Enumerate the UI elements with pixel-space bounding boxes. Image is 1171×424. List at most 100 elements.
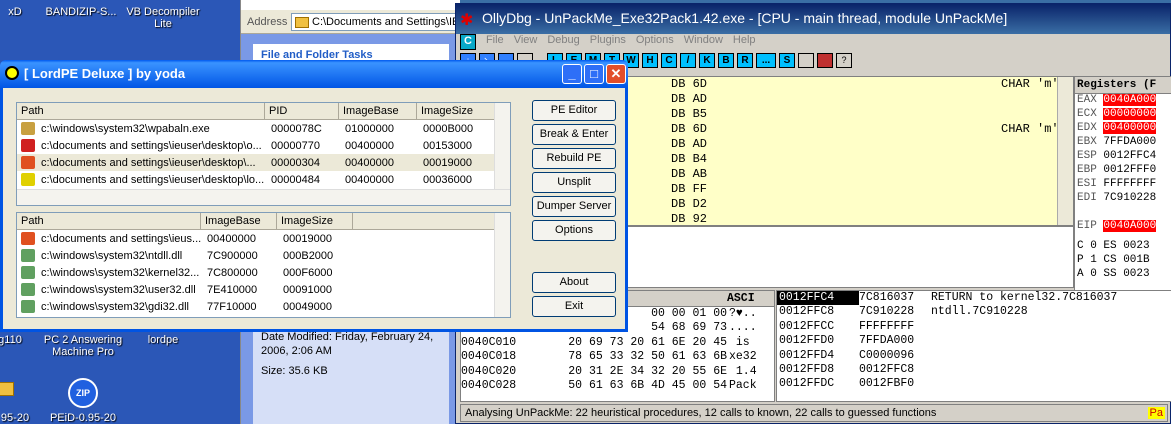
address-input[interactable]: C:\Documents and Settings\IE xyxy=(291,13,461,31)
desktop-icon-vb-decompiler[interactable]: VB Decompiler Lite xyxy=(118,6,208,30)
maximize-button[interactable]: □ xyxy=(584,64,604,84)
toolbar-runtrace[interactable]: ... xyxy=(756,52,776,68)
desktop-icon-bandizip[interactable]: BANDIZIP-S... xyxy=(36,6,126,18)
dump-line[interactable]: 0040C020 20 31 2E 34 32 20 55 6E 1.4 xyxy=(461,365,774,379)
toolbar-source[interactable]: S xyxy=(779,52,795,68)
exit-button[interactable]: Exit xyxy=(532,296,616,317)
flag-a[interactable]: A 0 SS 0023 xyxy=(1075,268,1171,282)
module-list-scrollbar[interactable] xyxy=(494,213,510,317)
stack-pane[interactable]: 0012FFC4 7C816037 RETURN to kernel32.7C816… xyxy=(776,290,1171,402)
col-pid[interactable]: PID xyxy=(265,103,339,119)
register-value[interactable]: 0012FFC4 xyxy=(1103,150,1156,162)
menu-file[interactable]: File xyxy=(486,34,504,50)
stack-line[interactable]: 0012FFDC 0012FBF0 xyxy=(777,377,1171,391)
register-value[interactable]: 00000000 xyxy=(1103,108,1157,120)
register-value[interactable]: 7FFDA000 xyxy=(1103,136,1156,148)
desktop-icon-pc2-answering[interactable]: PC 2 Answering Machine Pro xyxy=(38,334,128,358)
flag-c[interactable]: C 0 ES 0023 xyxy=(1075,240,1171,254)
toolbar-callstack[interactable]: K xyxy=(699,52,715,68)
rebuild-pe-button[interactable]: Rebuild PE xyxy=(532,148,616,169)
pe-editor-button[interactable]: PE Editor xyxy=(532,100,616,121)
grid-icon[interactable] xyxy=(817,52,833,68)
stack-line[interactable]: 0012FFC4 7C816037 RETURN to kernel32.7C816… xyxy=(777,291,1171,306)
menu-view[interactable]: View xyxy=(514,34,538,50)
dumper-server-button[interactable]: Dumper Server xyxy=(532,196,616,217)
register-row[interactable]: EBX 7FFDA000 xyxy=(1075,136,1171,150)
register-row[interactable] xyxy=(1075,206,1171,220)
menu-debug[interactable]: Debug xyxy=(547,34,579,50)
module-icon xyxy=(21,232,35,245)
process-list[interactable]: Path PID ImageBase ImageSize c:\windows\… xyxy=(16,102,511,206)
register-value[interactable]: 00400000 xyxy=(1103,122,1157,134)
register-row[interactable]: EIP 0040A000 xyxy=(1075,220,1171,234)
col-module-path[interactable]: Path xyxy=(17,213,201,229)
zip-icon[interactable]: ZIP xyxy=(68,378,98,408)
dump-line[interactable]: 0040C018 78 65 33 32 50 61 63 6B xe32 xyxy=(461,350,774,364)
flag-p[interactable]: P 1 CS 001B xyxy=(1075,254,1171,268)
register-value[interactable]: 7C910228 xyxy=(1103,192,1156,204)
register-value[interactable]: 0040A000 xyxy=(1103,94,1157,106)
stack-line[interactable]: 0012FFD4 C0000096 xyxy=(777,349,1171,363)
process-row[interactable]: c:\documents and settings\ieuser\desktop… xyxy=(17,171,510,188)
register-row[interactable]: EDX 00400000 xyxy=(1075,122,1171,136)
process-list-hscrollbar[interactable] xyxy=(17,189,510,205)
module-list[interactable]: Path ImageBase ImageSize c:\documents an… xyxy=(16,212,511,318)
dump-line[interactable]: 0040C010 20 69 73 20 61 6E 20 45 is xyxy=(461,336,774,350)
process-row[interactable]: c:\windows\system32\wpabaln.exe 0000078C 0… xyxy=(17,120,510,137)
options-icon[interactable] xyxy=(798,52,814,68)
module-row[interactable]: c:\windows\system32\gdi32.dll 77F10000 000… xyxy=(17,298,510,315)
menu-plugins[interactable]: Plugins xyxy=(590,34,626,50)
register-row[interactable]: ESP 0012FFC4 xyxy=(1075,150,1171,164)
toolbar-handles[interactable]: H xyxy=(642,52,658,68)
help-icon[interactable]: ? xyxy=(836,52,852,68)
register-value[interactable]: 0012FFF0 xyxy=(1103,164,1156,176)
col-imagesize[interactable]: ImageSize xyxy=(417,103,495,119)
col-imagebase[interactable]: ImageBase xyxy=(339,103,417,119)
menu-help[interactable]: Help xyxy=(733,34,756,50)
toolbar-cpu[interactable]: C xyxy=(661,52,677,68)
module-row[interactable]: c:\windows\system32\user32.dll 7E410000 00… xyxy=(17,281,510,298)
about-button[interactable]: About xyxy=(532,272,616,293)
stack-line[interactable]: 0012FFC8 7C910228 ntdll.7C910228 xyxy=(777,305,1171,319)
register-row[interactable]: EAX 0040A000 xyxy=(1075,94,1171,108)
unsplit-button[interactable]: Unsplit xyxy=(532,172,616,193)
module-row[interactable]: c:\windows\system32\ntdll.dll 7C900000 000… xyxy=(17,247,510,264)
stack-line[interactable]: 0012FFD0 7FFDA000 xyxy=(777,334,1171,348)
stack-address: 0012FFCC xyxy=(779,319,835,333)
process-row[interactable]: c:\documents and settings\ieuser\desktop… xyxy=(17,154,510,171)
menu-window[interactable]: Window xyxy=(684,34,723,50)
module-row[interactable]: c:\documents and settings\ieus... 0040000… xyxy=(17,230,510,247)
olly-titlebar[interactable]: ✱ OllyDbg - UnPackMe_Exe32Pack1.42.exe -… xyxy=(456,4,1170,34)
col-module-imagesize[interactable]: ImageSize xyxy=(277,213,353,229)
desktop-icon-lordpe[interactable]: lordpe xyxy=(118,334,208,346)
registers-pane[interactable]: Registers (F EAX 0040A000 ECX 00000000 EDX… xyxy=(1074,76,1171,292)
folder-icon[interactable] xyxy=(0,382,14,396)
col-path[interactable]: Path xyxy=(17,103,265,119)
register-row[interactable]: EBP 0012FFF0 xyxy=(1075,164,1171,178)
stack-line[interactable]: 0012FFCC FFFFFFFF xyxy=(777,320,1171,334)
desktop-icon-peid[interactable]: PEiD-0.95-20 xyxy=(38,412,128,424)
minimize-button[interactable]: _ xyxy=(562,64,582,84)
toolbar-breakpoints[interactable]: B xyxy=(718,52,734,68)
register-name: ESP xyxy=(1077,150,1097,162)
register-row[interactable]: EDI 7C910228 xyxy=(1075,192,1171,206)
process-row[interactable]: c:\documents and settings\ieuser\desktop… xyxy=(17,137,510,154)
break-enter-button[interactable]: Break & Enter xyxy=(532,124,616,145)
lordpe-titlebar[interactable]: [ LordPE Deluxe ] by yoda _ □ ✕ xyxy=(0,60,628,88)
module-row[interactable]: c:\windows\system32\kernel32... 7C800000 0… xyxy=(17,264,510,281)
dump-line[interactable]: 0040C028 50 61 63 6B 4D 45 00 54 Pack xyxy=(461,379,774,393)
toolbar-patches[interactable]: / xyxy=(680,52,696,68)
options-button[interactable]: Options xyxy=(532,220,616,241)
register-row[interactable]: ECX 00000000 xyxy=(1075,108,1171,122)
register-row[interactable]: ESI FFFFFFFF xyxy=(1075,178,1171,192)
register-value[interactable]: FFFFFFFF xyxy=(1103,178,1156,190)
menu-options[interactable]: Options xyxy=(636,34,674,50)
register-value[interactable]: 0040A000 xyxy=(1103,220,1157,232)
cpu-scrollbar[interactable] xyxy=(1057,77,1073,225)
stack-line[interactable]: 0012FFD8 0012FFC8 xyxy=(777,363,1171,377)
close-button[interactable]: ✕ xyxy=(606,64,626,84)
toolbar-references[interactable]: R xyxy=(737,52,753,68)
cpu-icon[interactable]: C xyxy=(460,34,476,50)
col-module-imagebase[interactable]: ImageBase xyxy=(201,213,277,229)
process-list-scrollbar[interactable] xyxy=(494,103,510,191)
